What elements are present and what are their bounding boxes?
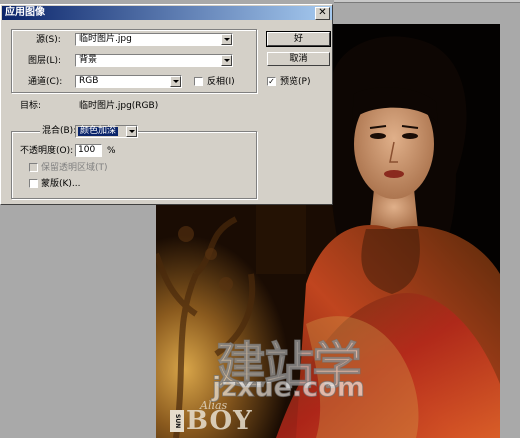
target-value: 临时图片.jpg(RGB)	[79, 101, 159, 111]
chevron-down-icon[interactable]	[221, 34, 232, 45]
ok-button[interactable]: 好	[266, 31, 331, 47]
blending-value: 颜色加深	[78, 126, 119, 136]
source-value: 临时图片.jpg	[79, 34, 132, 44]
dialog-titlebar[interactable]: 应用图像 ✕	[2, 6, 332, 20]
channel-value: RGB	[79, 76, 99, 86]
invert-checkbox[interactable]	[194, 77, 203, 86]
close-icon: ✕	[318, 7, 327, 18]
source-select[interactable]: 临时图片.jpg	[75, 33, 233, 46]
opacity-unit: %	[107, 146, 116, 156]
chevron-down-icon[interactable]	[170, 76, 181, 87]
source-label: 源(S):	[36, 35, 61, 45]
check-icon: ✓	[268, 77, 275, 86]
chevron-down-icon[interactable]	[221, 55, 232, 66]
opacity-input[interactable]: 100	[75, 144, 102, 157]
mask-checkbox[interactable]	[29, 179, 38, 188]
magazine-logo: BOY	[186, 406, 253, 436]
chevron-down-icon[interactable]	[126, 126, 137, 137]
target-label: 目标:	[20, 101, 42, 111]
invert-label[interactable]: 反相(I)	[207, 76, 235, 88]
opacity-label: 不透明度(O):	[20, 146, 74, 156]
dialog-title: 应用图像	[5, 7, 45, 18]
magazine-side-tag: SUN	[170, 410, 184, 432]
blending-select[interactable]: 颜色加深	[75, 125, 138, 138]
layer-value: 背景	[79, 55, 98, 65]
preserve-transparency-checkbox[interactable]	[29, 163, 38, 172]
cancel-button[interactable]: 取消	[267, 52, 330, 66]
watermark-url: jzxue.com	[212, 372, 366, 404]
apply-image-dialog: 应用图像 ✕ 源(S): 临时图片.jpg 图层(L): 背景 通道(C): R…	[0, 4, 333, 205]
preview-checkbox[interactable]: ✓	[267, 77, 276, 86]
channel-select[interactable]: RGB	[75, 75, 182, 88]
close-button[interactable]: ✕	[315, 7, 330, 20]
preview-label[interactable]: 预览(P)	[280, 76, 310, 88]
blending-label: 混合(B):	[40, 125, 79, 137]
opacity-value: 100	[78, 145, 96, 155]
mask-label[interactable]: 蒙版(K)...	[41, 178, 81, 190]
channel-label: 通道(C):	[28, 77, 63, 87]
preserve-transparency-label[interactable]: 保留透明区域(T)	[41, 162, 108, 174]
options-bar-edge	[334, 0, 520, 3]
layer-label: 图层(L):	[28, 56, 62, 66]
layer-select[interactable]: 背景	[75, 54, 233, 67]
